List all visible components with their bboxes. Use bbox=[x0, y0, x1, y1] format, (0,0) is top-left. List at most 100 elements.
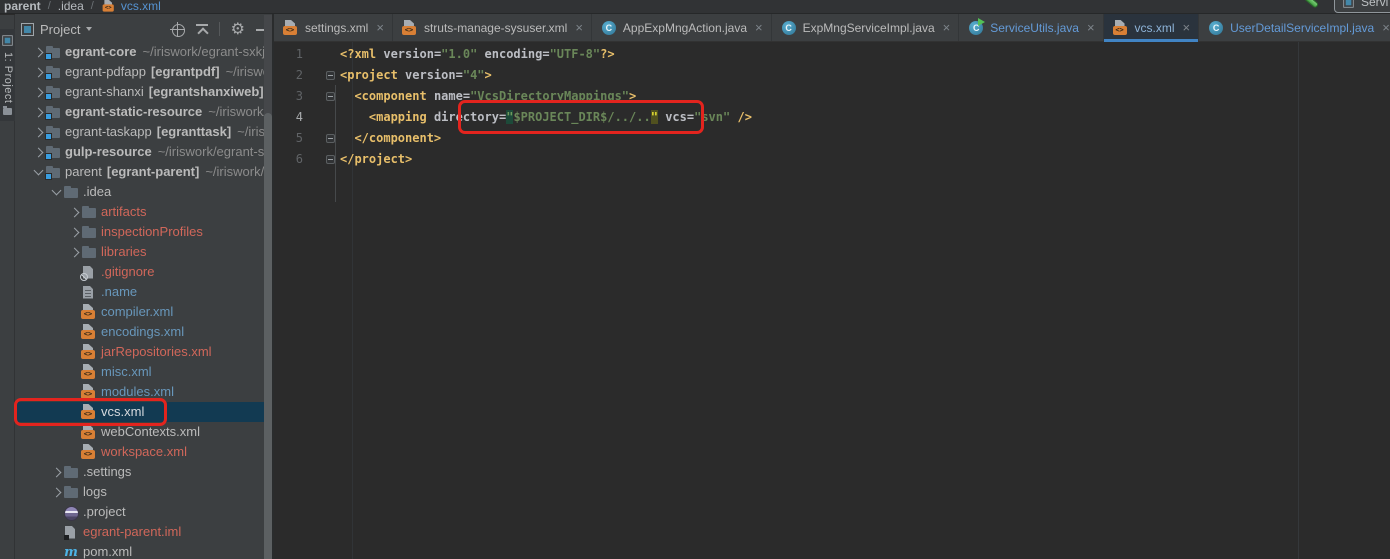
close-icon[interactable]: × bbox=[943, 21, 951, 34]
chevron-right-icon[interactable] bbox=[69, 247, 79, 257]
maven-icon: m bbox=[63, 545, 79, 559]
toolwindow-icon bbox=[1343, 0, 1353, 8]
chevron-right-icon[interactable] bbox=[33, 127, 43, 137]
folder-module-icon bbox=[45, 146, 61, 160]
tree-item-pom.xml[interactable]: mpom.xml bbox=[15, 542, 273, 559]
code-line-2[interactable]: 2<project version="4"> bbox=[274, 65, 1390, 86]
tree-item-egrant-pdfapp[interactable]: egrant-pdfapp[egrantpdf]~/iriswo bbox=[15, 62, 273, 82]
chevron-right-icon[interactable] bbox=[69, 227, 79, 237]
fold-marker-icon[interactable] bbox=[326, 155, 335, 164]
tree-item-egrant-parent.iml[interactable]: egrant-parent.iml bbox=[15, 522, 273, 542]
tree-item-encodings.xml[interactable]: encodings.xml bbox=[15, 322, 273, 342]
tree-item-inspectionProfiles[interactable]: inspectionProfiles bbox=[15, 222, 273, 242]
close-icon[interactable]: × bbox=[1382, 21, 1390, 34]
tree-item-parent[interactable]: parent[egrant-parent]~/iriswork/e bbox=[15, 162, 273, 182]
tree-item-.idea[interactable]: .idea bbox=[15, 182, 273, 202]
tree-item-modules.xml[interactable]: modules.xml bbox=[15, 382, 273, 402]
tree-item-misc.xml[interactable]: misc.xml bbox=[15, 362, 273, 382]
close-icon[interactable]: × bbox=[1087, 21, 1095, 34]
tree-item-label: workspace.xml bbox=[101, 442, 187, 462]
xml-icon bbox=[402, 20, 418, 36]
tree-item-logs[interactable]: logs bbox=[15, 482, 273, 502]
fold-marker-icon[interactable] bbox=[326, 92, 335, 101]
fold-marker-icon[interactable] bbox=[326, 71, 335, 80]
tree-item-artifacts[interactable]: artifacts bbox=[15, 202, 273, 222]
fold-marker-icon[interactable] bbox=[326, 134, 335, 143]
tree-item-path: ~/iriswork/egrant-sxkjt bbox=[143, 42, 269, 62]
ignored-badge-icon bbox=[80, 273, 88, 281]
folder-icon bbox=[63, 466, 79, 480]
chevron-down-icon[interactable] bbox=[51, 186, 61, 196]
chevron-down-icon[interactable] bbox=[33, 166, 43, 176]
tree-item-webContexts.xml[interactable]: webContexts.xml bbox=[15, 422, 273, 442]
code-line-6[interactable]: 6</project> bbox=[274, 149, 1390, 170]
code-lines: 1<?xml version="1.0" encoding="UTF-8"?>2… bbox=[274, 44, 1390, 170]
chevron-right-icon[interactable] bbox=[33, 147, 43, 157]
project-panel-title[interactable]: Project bbox=[40, 22, 80, 37]
chevron-right-icon[interactable] bbox=[51, 487, 61, 497]
tree-item-egrant-shanxi[interactable]: egrant-shanxi[egrantshanxiweb]~ bbox=[15, 82, 273, 102]
gear-icon[interactable]: ⚙ bbox=[231, 22, 245, 36]
chevron-slot bbox=[31, 109, 45, 116]
code-line-4[interactable]: 4 <mapping directory="$PROJECT_DIR$/../.… bbox=[274, 107, 1390, 128]
folder-icon bbox=[81, 206, 97, 220]
tab-settings.xml[interactable]: settings.xml× bbox=[274, 14, 393, 41]
tab-UserDetailServiceImpl.java[interactable]: UserDetailServiceImpl.java× bbox=[1199, 14, 1390, 41]
xml-icon bbox=[283, 20, 299, 36]
module-badge-icon bbox=[45, 73, 52, 80]
tree-item-label: egrant-static-resource bbox=[65, 102, 202, 122]
breadcrumb-item[interactable]: parent bbox=[4, 0, 41, 13]
panel-scrollbar-thumb[interactable] bbox=[264, 113, 272, 559]
close-icon[interactable]: × bbox=[376, 21, 384, 34]
tree-item-label: modules.xml bbox=[101, 382, 174, 402]
breadcrumb-separator: / bbox=[48, 0, 51, 12]
tab-ExpMngServiceImpl.java[interactable]: ExpMngServiceImpl.java× bbox=[772, 14, 960, 41]
breadcrumb-item[interactable]: vcs.xml bbox=[101, 0, 161, 14]
close-icon[interactable]: × bbox=[575, 21, 583, 34]
editor-area[interactable]: 1<?xml version="1.0" encoding="UTF-8"?>2… bbox=[274, 42, 1390, 559]
tree-item-label: inspectionProfiles bbox=[101, 222, 203, 242]
tree-item-.settings[interactable]: .settings bbox=[15, 462, 273, 482]
chevron-right-icon[interactable] bbox=[51, 467, 61, 477]
tree-item-egrant-core[interactable]: egrant-core~/iriswork/egrant-sxkjt bbox=[15, 42, 273, 62]
tree-item-workspace.xml[interactable]: workspace.xml bbox=[15, 442, 273, 462]
tab-AppExpMngAction.java[interactable]: AppExpMngAction.java× bbox=[592, 14, 772, 41]
xml-icon bbox=[81, 404, 97, 420]
tree-item-vcs.xml[interactable]: vcs.xml bbox=[15, 402, 273, 422]
chevron-right-icon[interactable] bbox=[33, 107, 43, 117]
module-badge-icon bbox=[45, 133, 52, 140]
tree-item-egrant-static-resource[interactable]: egrant-static-resource~/iriswork/ bbox=[15, 102, 273, 122]
class-icon bbox=[1208, 20, 1224, 36]
tree-item-compiler.xml[interactable]: compiler.xml bbox=[15, 302, 273, 322]
tree-item-egrant-taskapp[interactable]: egrant-taskapp[egranttask]~/irisw bbox=[15, 122, 273, 142]
stripe-button-project[interactable]: 1: Project bbox=[0, 29, 15, 121]
close-icon[interactable]: × bbox=[755, 21, 763, 34]
xml-icon bbox=[81, 424, 97, 440]
chevron-slot bbox=[31, 149, 45, 156]
code-line-3[interactable]: 3 <component name="VcsDirectoryMappings"… bbox=[274, 86, 1390, 107]
tab-struts-manage-sysuser.xml[interactable]: struts-manage-sysuser.xml× bbox=[393, 14, 592, 41]
chevron-right-icon[interactable] bbox=[33, 47, 43, 57]
tree-item-gulp-resource[interactable]: gulp-resource~/iriswork/egrant-sx bbox=[15, 142, 273, 162]
code-line-1[interactable]: 1<?xml version="1.0" encoding="UTF-8"?> bbox=[274, 44, 1390, 65]
tree-item-.gitignore[interactable]: .gitignore bbox=[15, 262, 273, 282]
caret-down-icon[interactable] bbox=[86, 27, 92, 31]
tree-item-.project[interactable]: .project bbox=[15, 502, 273, 522]
module-badge-icon bbox=[45, 93, 52, 100]
class-icon bbox=[601, 20, 617, 36]
tree-item-jarRepositories.xml[interactable]: jarRepositories.xml bbox=[15, 342, 273, 362]
collapse-all-icon[interactable] bbox=[196, 23, 208, 36]
tree-item-libraries[interactable]: libraries bbox=[15, 242, 273, 262]
close-icon[interactable]: × bbox=[1183, 21, 1191, 34]
tab-ServiceUtils.java[interactable]: ServiceUtils.java× bbox=[959, 14, 1103, 41]
xml-icon bbox=[81, 304, 97, 320]
chevron-right-icon[interactable] bbox=[69, 207, 79, 217]
breadcrumb-item[interactable]: .idea bbox=[58, 0, 84, 13]
chevron-right-icon[interactable] bbox=[33, 67, 43, 77]
tree-item-.name[interactable]: .name bbox=[15, 282, 273, 302]
tab-vcs.xml[interactable]: vcs.xml× bbox=[1104, 14, 1200, 41]
locate-icon[interactable] bbox=[170, 22, 185, 37]
code-text: <component name="VcsDirectoryMappings"> bbox=[340, 86, 636, 107]
code-line-5[interactable]: 5 </component> bbox=[274, 128, 1390, 149]
chevron-right-icon[interactable] bbox=[33, 87, 43, 97]
